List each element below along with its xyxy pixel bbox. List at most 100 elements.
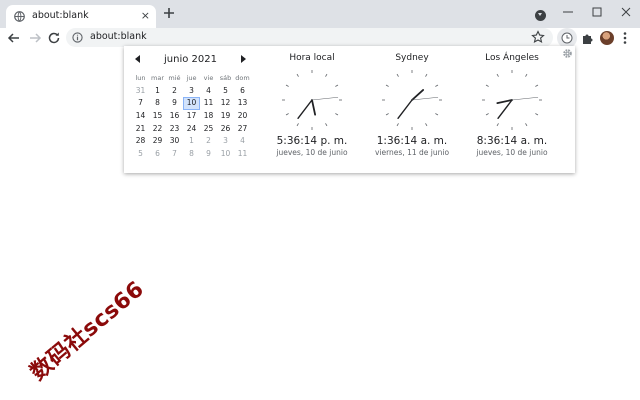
calendar-day[interactable]: 11 — [200, 97, 217, 110]
calendar-day[interactable]: 29 — [149, 135, 166, 148]
weekday-label: mar — [151, 74, 164, 82]
calendar-day[interactable]: 28 — [132, 135, 149, 148]
calendar-day[interactable]: 20 — [234, 110, 251, 123]
clock-tick — [296, 73, 299, 77]
clock-tick — [425, 73, 428, 77]
calendar-day[interactable]: 22 — [149, 123, 166, 136]
clock-minute-hand — [397, 99, 413, 119]
analog-clock-face — [482, 70, 542, 130]
clock-second-hand — [311, 97, 339, 101]
calendar-day[interactable]: 31 — [132, 85, 149, 98]
reload-icon[interactable] — [46, 30, 62, 46]
calendar-day[interactable]: 8 — [183, 148, 200, 161]
clock-tick — [396, 73, 399, 77]
maximize-icon[interactable] — [588, 3, 606, 21]
clock-second-hand — [511, 97, 539, 101]
clock-local: Hora local 5:36:14 p. m. jueves, 10 de j… — [262, 52, 362, 158]
puzzle-icon[interactable] — [580, 30, 596, 46]
calendar-day[interactable]: 5 — [217, 85, 234, 98]
calendar-day[interactable]: 27 — [234, 123, 251, 136]
clock-date: jueves, 10 de junio — [476, 148, 548, 157]
weekday-label: mié — [168, 74, 181, 82]
calendar-header: junio 2021 — [132, 52, 254, 68]
calendar-day[interactable]: 7 — [132, 97, 149, 110]
calendar-day[interactable]: 26 — [217, 123, 234, 136]
calendar-day[interactable]: 15 — [149, 110, 166, 123]
calendar-day[interactable]: 10 — [217, 148, 234, 161]
calendar-day[interactable]: 14 — [132, 110, 149, 123]
clock-tick — [525, 123, 528, 127]
clock-tick — [485, 113, 489, 116]
weekday-label: vie — [203, 74, 214, 82]
address-bar[interactable]: about:blank — [66, 28, 553, 47]
calendar-day[interactable]: 2 — [166, 85, 183, 98]
calendar-day[interactable]: 1 — [183, 135, 200, 148]
calendar-day[interactable]: 5 — [132, 148, 149, 161]
clock-date: viernes, 11 de junio — [374, 148, 450, 157]
calendar-day[interactable]: 2 — [200, 135, 217, 148]
calendar-day[interactable]: 19 — [217, 110, 234, 123]
tab-title: about:blank — [32, 10, 89, 21]
calendar-day[interactable]: 3 — [217, 135, 234, 148]
calendar-day[interactable]: 25 — [200, 123, 217, 136]
kebab-menu-icon[interactable] — [622, 31, 628, 45]
clock-tick — [325, 123, 328, 127]
calendar-day[interactable]: 21 — [132, 123, 149, 136]
clock-los-angeles: Los Ángeles 8:36:14 a. m. jueves, 10 de … — [462, 52, 562, 158]
calendar-day[interactable]: 24 — [183, 123, 200, 136]
clock-hour-hand — [311, 99, 317, 116]
calendar-day[interactable]: 4 — [234, 135, 251, 148]
clock-time: 5:36:14 p. m. — [276, 135, 348, 147]
calendar-day[interactable]: 7 — [166, 148, 183, 161]
calendar-day[interactable]: 6 — [149, 148, 166, 161]
forward-arrow-icon[interactable] — [27, 30, 43, 46]
url-text[interactable]: about:blank — [90, 31, 147, 42]
clock-city: Los Ángeles — [485, 53, 539, 63]
globe-icon — [14, 11, 25, 22]
calendar-day[interactable]: 16 — [166, 110, 183, 123]
clock-tick — [385, 113, 389, 116]
clock-date: jueves, 10 de junio — [276, 148, 348, 157]
calendar-day[interactable]: 6 — [234, 85, 251, 98]
calendar-day[interactable]: 9 — [200, 148, 217, 161]
weekday-label: dom — [235, 74, 250, 82]
title-bar: about:blank × — [0, 0, 640, 28]
calendar-day[interactable]: 23 — [166, 123, 183, 136]
calendar-day[interactable]: 13 — [234, 97, 251, 110]
plus-icon[interactable] — [162, 6, 176, 20]
gear-icon[interactable] — [562, 48, 573, 59]
back-arrow-icon[interactable] — [6, 30, 22, 46]
calendar-grid: lun mar mié jue vie sáb dom 31 1 2 3 4 5 6 7 8 9 10 11 12 13… — [132, 72, 251, 161]
calendar-day[interactable]: 30 — [166, 135, 183, 148]
clock-extension-button[interactable] — [557, 28, 577, 48]
tab-close-button[interactable]: × — [141, 8, 150, 24]
calendar: junio 2021 lun mar mié jue vie sáb dom 31 1 2 3 4 5 6… — [132, 52, 254, 158]
clock-tick — [335, 84, 339, 87]
star-icon[interactable] — [531, 30, 545, 44]
clock-tick — [535, 84, 539, 87]
calendar-day-today[interactable]: 10 — [183, 97, 200, 111]
clock-tick — [285, 113, 289, 116]
calendar-day[interactable]: 12 — [217, 97, 234, 110]
calendar-day[interactable]: 18 — [200, 110, 217, 123]
clock-minute-hand — [297, 99, 313, 119]
clock-tick — [525, 73, 528, 77]
avatar[interactable] — [600, 31, 614, 45]
calendar-day[interactable]: 8 — [149, 97, 166, 110]
calendar-month-label: junio 2021 — [164, 54, 217, 65]
clock-extension-icon — [561, 32, 573, 44]
calendar-day[interactable]: 1 — [149, 85, 166, 98]
tab-search-icon[interactable] — [535, 10, 546, 21]
clock-tick — [296, 123, 299, 127]
minimize-icon[interactable] — [559, 3, 577, 21]
next-month-icon[interactable] — [241, 55, 246, 63]
calendar-day[interactable]: 9 — [166, 97, 183, 110]
close-window-icon[interactable] — [617, 3, 635, 21]
calendar-day[interactable]: 17 — [183, 110, 200, 123]
tab-about-blank[interactable]: about:blank × — [6, 5, 156, 28]
calendar-day[interactable]: 3 — [183, 85, 200, 98]
info-icon[interactable] — [72, 32, 83, 43]
calendar-day[interactable]: 11 — [234, 148, 251, 161]
calendar-day[interactable]: 4 — [200, 85, 217, 98]
clock-tick — [425, 123, 428, 127]
